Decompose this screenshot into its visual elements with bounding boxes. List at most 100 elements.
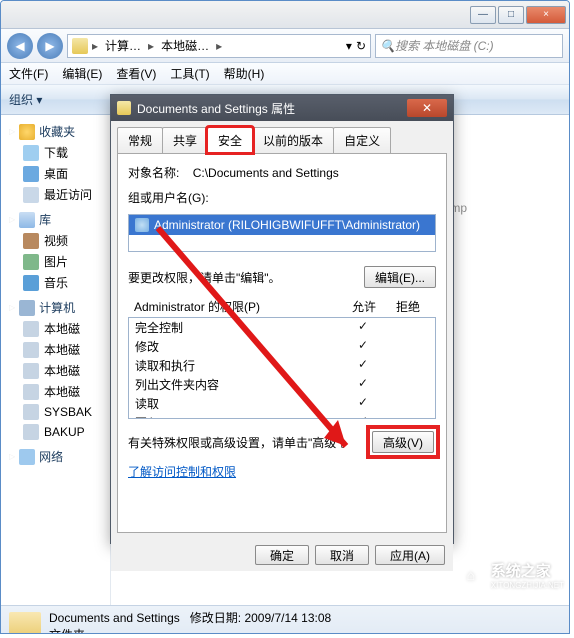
perm-row: 完全控制✓ [129, 318, 435, 337]
drive-icon [72, 38, 88, 54]
edit-button[interactable]: 编辑(E)... [364, 266, 436, 288]
menu-help[interactable]: 帮助(H) [224, 65, 265, 82]
ok-button[interactable]: 确定 [255, 545, 309, 565]
maximize-button[interactable]: □ [498, 6, 524, 24]
perm-name: 列出文件夹内容 [135, 376, 341, 393]
tab-share[interactable]: 共享 [162, 127, 208, 153]
close-button[interactable]: × [526, 6, 566, 24]
permissions-listbox[interactable]: 完全控制✓修改✓读取和执行✓列出文件夹内容✓读取✓写入✓ [128, 317, 436, 419]
tab-security[interactable]: 安全 [207, 127, 253, 153]
dialog-titlebar[interactable]: Documents and Settings 属性 ✕ [111, 95, 453, 121]
folder-thumb-icon [9, 612, 41, 635]
perm-row: 列出文件夹内容✓ [129, 375, 435, 394]
sidebar-item-recent[interactable]: 最近访问 [1, 184, 110, 205]
status-type: 文件夹 [49, 626, 331, 635]
menu-view[interactable]: 查看(V) [116, 65, 156, 82]
folder-icon [117, 101, 131, 115]
watermark: ⌂ 系统之家 XITONGZHIJIA.NET [457, 560, 564, 590]
sidebar-item-pictures[interactable]: 图片 [1, 251, 110, 272]
perm-name: 修改 [135, 338, 341, 355]
user-icon [135, 218, 149, 232]
minimize-button[interactable]: — [470, 6, 496, 24]
breadcrumb-seg[interactable]: 计算… [102, 37, 144, 54]
learn-link[interactable]: 了解访问控制和权限 [128, 465, 236, 479]
allow-check-icon: ✓ [341, 376, 385, 393]
objname-value: C:\Documents and Settings [193, 166, 339, 180]
perm-name: 写入 [135, 414, 341, 419]
search-placeholder: 搜索 本地磁盘 (C:) [395, 37, 494, 54]
allow-check-icon: ✓ [341, 395, 385, 412]
drive-icon [23, 384, 39, 400]
sidebar-item-downloads[interactable]: 下载 [1, 142, 110, 163]
tab-general[interactable]: 常规 [117, 127, 163, 153]
deny-header: 拒绝 [386, 298, 430, 315]
sidebar-network[interactable]: 网络 [1, 446, 110, 467]
menu-tools[interactable]: 工具(T) [170, 65, 209, 82]
apply-button[interactable]: 应用(A) [375, 545, 445, 565]
network-icon [19, 449, 35, 465]
allow-check-icon: ✓ [341, 338, 385, 355]
sidebar-item-drive[interactable]: SYSBAK [1, 402, 110, 422]
star-icon [19, 124, 35, 140]
perm-name: 完全控制 [135, 319, 341, 336]
sidebar-item-music[interactable]: 音乐 [1, 272, 110, 293]
library-icon [19, 212, 35, 228]
allow-header: 允许 [342, 298, 386, 315]
perm-row: 读取和执行✓ [129, 356, 435, 375]
deny-check-icon [385, 395, 429, 412]
users-listbox[interactable]: Administrator (RILOHIGBWIFUFFT\Administr… [128, 214, 436, 252]
explorer-titlebar: — □ × [1, 1, 569, 29]
breadcrumb[interactable]: ▸ 计算… ▸ 本地磁… ▸ ▾ ↻ [67, 34, 371, 58]
sidebar-item-drive[interactable]: 本地磁 [1, 360, 110, 381]
deny-check-icon [385, 357, 429, 374]
dialog-title: Documents and Settings 属性 [137, 100, 295, 117]
refresh-icon[interactable]: ↻ [356, 39, 366, 53]
tab-content: 对象名称: C:\Documents and Settings 组或用户名(G)… [117, 153, 447, 533]
music-icon [23, 275, 39, 291]
chevron-right-icon: ▸ [148, 39, 154, 53]
tab-previous[interactable]: 以前的版本 [252, 127, 334, 153]
drive-icon [23, 404, 39, 420]
drive-icon [23, 424, 39, 440]
chevron-right-icon: ▸ [216, 39, 222, 53]
recent-icon [23, 187, 39, 203]
picture-icon [23, 254, 39, 270]
search-icon: 🔍 [380, 39, 395, 53]
organize-button[interactable]: 组织 ▾ [9, 91, 42, 108]
menu-bar: 文件(F) 编辑(E) 查看(V) 工具(T) 帮助(H) [1, 63, 569, 85]
cancel-button[interactable]: 取消 [315, 545, 369, 565]
sidebar-item-drive[interactable]: BAKUP [1, 422, 110, 442]
status-mod-value: 2009/7/14 13:08 [244, 611, 331, 625]
deny-check-icon [385, 376, 429, 393]
search-input[interactable]: 🔍 搜索 本地磁盘 (C:) [375, 34, 563, 58]
advanced-button[interactable]: 高级(V) [372, 431, 434, 453]
sidebar-item-desktop[interactable]: 桌面 [1, 163, 110, 184]
perm-row: 读取✓ [129, 394, 435, 413]
menu-file[interactable]: 文件(F) [9, 65, 48, 82]
dialog-close-button[interactable]: ✕ [407, 99, 447, 117]
sidebar-computer[interactable]: 计算机 [1, 297, 110, 318]
perm-label: Administrator 的权限(P) [134, 298, 342, 315]
dialog-buttons: 确定 取消 应用(A) [111, 539, 453, 571]
tab-custom[interactable]: 自定义 [333, 127, 391, 153]
perm-name: 读取和执行 [135, 357, 341, 374]
breadcrumb-seg[interactable]: 本地磁… [158, 37, 212, 54]
sidebar-libraries[interactable]: 库 [1, 209, 110, 230]
edit-msg: 要更改权限，请单击"编辑"。 [128, 269, 364, 286]
sidebar-item-videos[interactable]: 视频 [1, 230, 110, 251]
advanced-msg: 有关特殊权限或高级设置，请单击"高级"。 [128, 434, 370, 451]
deny-check-icon [385, 319, 429, 336]
menu-edit[interactable]: 编辑(E) [62, 65, 102, 82]
sidebar-item-drive[interactable]: 本地磁 [1, 381, 110, 402]
sidebar-item-drive[interactable]: 本地磁 [1, 339, 110, 360]
properties-dialog: Documents and Settings 属性 ✕ 常规 共享 安全 以前的… [110, 94, 454, 544]
breadcrumb-dropdown-icon[interactable]: ▾ [346, 39, 352, 53]
allow-check-icon: ✓ [341, 414, 385, 419]
sidebar-favorites[interactable]: 收藏夹 [1, 121, 110, 142]
nav-forward-button[interactable]: ▶ [37, 33, 63, 59]
perm-name: 读取 [135, 395, 341, 412]
nav-back-button[interactable]: ◀ [7, 33, 33, 59]
user-selected[interactable]: Administrator (RILOHIGBWIFUFFT\Administr… [129, 215, 435, 235]
nav-bar: ◀ ▶ ▸ 计算… ▸ 本地磁… ▸ ▾ ↻ 🔍 搜索 本地磁盘 (C:) [1, 29, 569, 63]
sidebar-item-drive[interactable]: 本地磁 [1, 318, 110, 339]
